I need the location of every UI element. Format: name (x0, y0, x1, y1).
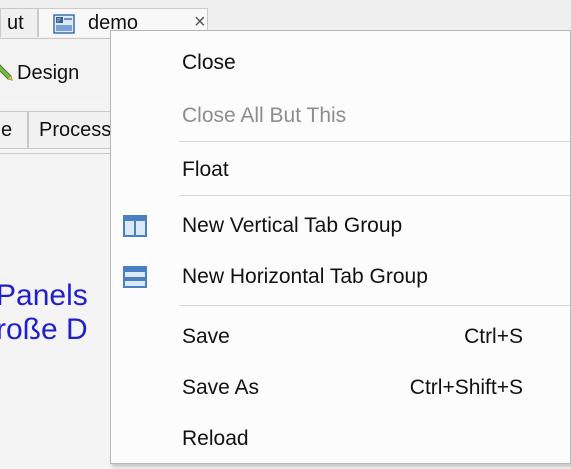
document-icon: P (53, 14, 75, 40)
menu-item-save-as[interactable]: Save As Ctrl+Shift+S (111, 368, 570, 408)
tab-process-label: Process (39, 119, 112, 141)
menu-item-new-vertical-tab-group[interactable]: New Vertical Tab Group (111, 206, 570, 246)
menu-item-save[interactable]: Save Ctrl+S (111, 317, 570, 357)
menu-item-new-horizontal-tab-group-label: New Horizontal Tab Group (182, 265, 428, 288)
menu-item-save-as-label: Save As (182, 376, 260, 399)
menu-item-close-all-but-this: Close All But This (111, 96, 570, 136)
menu-item-save-as-shortcut: Ctrl+Shift+S (409, 376, 523, 399)
pencil-icon (0, 63, 15, 89)
menu-item-float[interactable]: Float (111, 150, 570, 190)
canvas-text-line-1: Panels (0, 279, 88, 312)
menu-item-save-shortcut: Ctrl+S (464, 325, 523, 348)
menu-separator (179, 305, 570, 306)
menu-item-reload-label: Reload (182, 427, 249, 450)
canvas-text-line-2: roße D (0, 313, 88, 346)
menu-item-close-label: Close (182, 51, 236, 74)
menu-item-new-horizontal-tab-group[interactable]: New Horizontal Tab Group (111, 257, 570, 297)
tab-output-label: ut (7, 12, 24, 34)
menu-separator (179, 195, 570, 196)
menu-item-float-label: Float (182, 158, 229, 181)
tab-output[interactable]: ut (0, 8, 38, 37)
tab-partial[interactable]: e (0, 111, 28, 149)
menu-item-save-label: Save (182, 325, 230, 348)
menu-separator (179, 141, 570, 142)
menu-item-new-vertical-tab-group-label: New Vertical Tab Group (182, 214, 403, 237)
design-button-label: Design (17, 62, 80, 84)
vertical-tab-group-icon (123, 215, 147, 237)
menu-item-close[interactable]: Close (111, 43, 570, 83)
horizontal-tab-group-icon (123, 266, 147, 288)
svg-text:P: P (57, 18, 61, 25)
tab-context-menu: Close Close All But This Float New Verti… (110, 30, 571, 464)
menu-item-close-all-but-this-label: Close All But This (182, 104, 347, 127)
menu-item-reload[interactable]: Reload (111, 419, 570, 459)
tab-partial-label: e (1, 119, 13, 141)
